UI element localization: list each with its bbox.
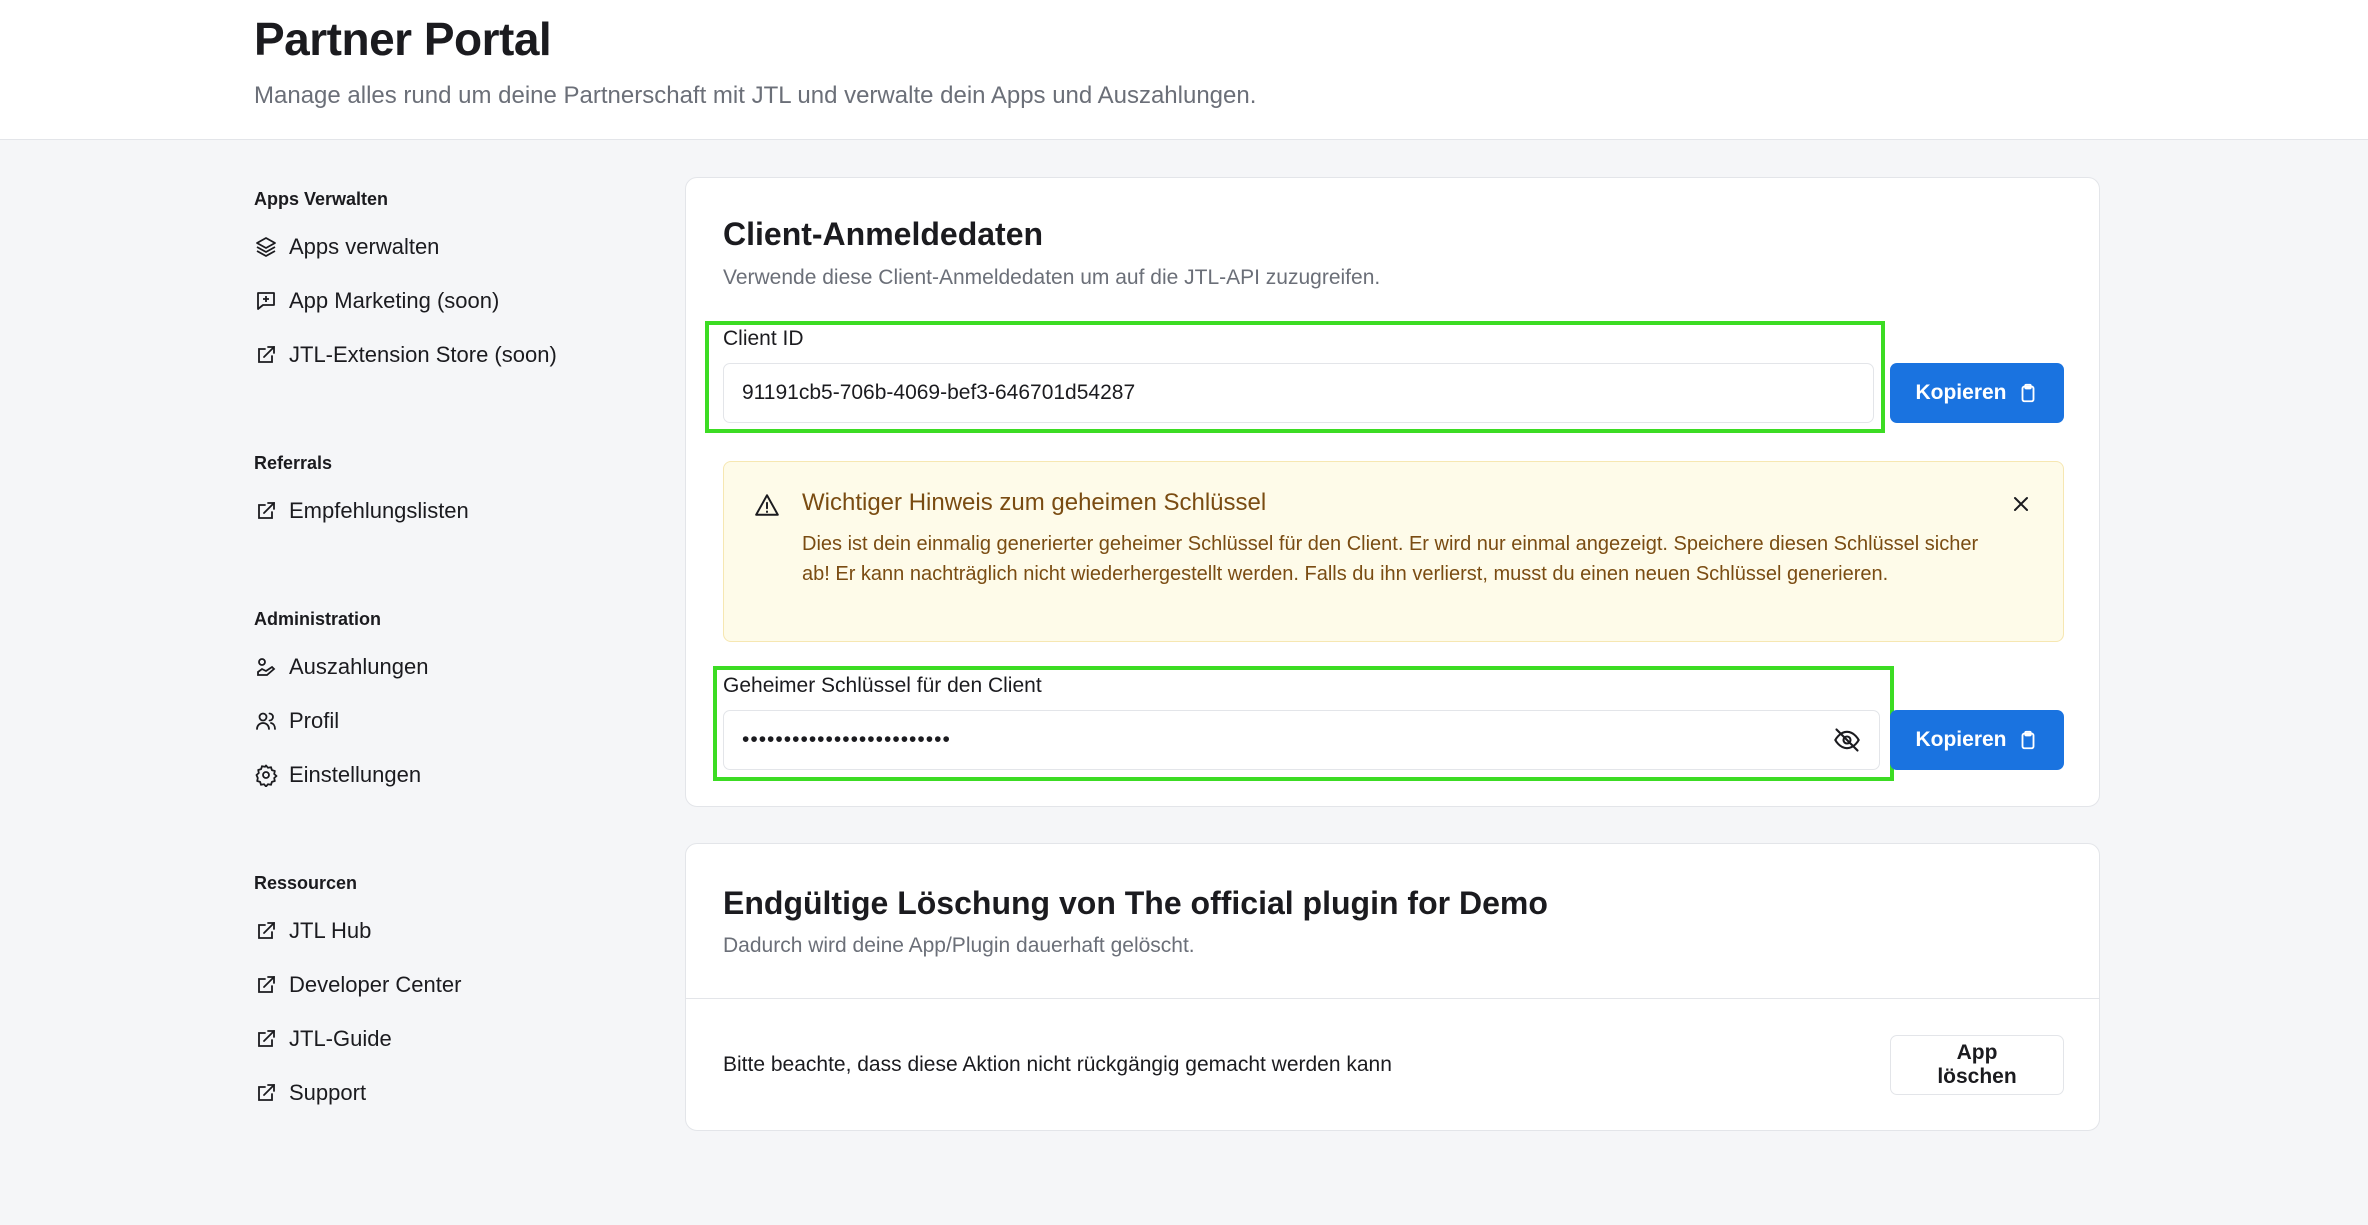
client-secret-label: Geheimer Schlüssel für den Client (723, 674, 1042, 697)
sidebar-item-label: Apps verwalten (289, 234, 440, 259)
sidebar-item-developer-center[interactable]: Developer Center (254, 967, 461, 1003)
credentials-description: Verwende diese Client-Anmeldedaten um au… (723, 266, 1381, 289)
page-subtitle: Manage alles rund um deine Partnerschaft… (254, 82, 1257, 109)
secret-key-warning-alert: Wichtiger Hinweis zum geheimen Schlüssel… (723, 461, 2064, 642)
users-icon (256, 712, 276, 730)
sidebar-section-referrals: Referrals (254, 453, 333, 473)
copy-client-secret-button[interactable]: Kopieren (1890, 710, 2064, 770)
sidebar-item-label: Empfehlungslisten (289, 498, 469, 523)
card-divider (686, 998, 2099, 999)
external-link-icon (258, 1030, 275, 1047)
copy-client-id-button[interactable]: Kopieren (1890, 363, 2064, 423)
copy-button-label: Kopieren (1915, 728, 2007, 751)
sidebar-item-label: Profil (289, 708, 340, 733)
layers-icon (256, 237, 276, 257)
sidebar-item-label: Support (289, 1080, 367, 1105)
message-plus-icon (257, 292, 275, 310)
gear-icon (255, 764, 278, 787)
external-link-icon (258, 922, 275, 939)
page-title: Partner Portal (254, 13, 552, 65)
payout-icon (257, 658, 276, 676)
sidebar-item-app-marketing[interactable]: App Marketing (soon) (254, 283, 499, 319)
sidebar-item-profil[interactable]: Profil (254, 703, 339, 739)
external-link-icon (258, 1084, 275, 1101)
client-secret-input[interactable] (723, 710, 1880, 770)
delete-warning-text: Bitte beachte, dass diese Aktion nicht r… (723, 1053, 1392, 1076)
client-id-input[interactable] (723, 363, 1874, 423)
close-icon[interactable] (2009, 492, 2033, 516)
sidebar-item-support[interactable]: Support (254, 1075, 366, 1111)
sidebar-item-label: Developer Center (289, 972, 462, 997)
sidebar-item-label: App Marketing (soon) (289, 288, 500, 313)
sidebar-section-apps: Apps Verwalten (254, 189, 389, 209)
sidebar-item-jtl-hub[interactable]: JTL Hub (254, 913, 371, 949)
external-link-icon (258, 502, 275, 519)
sidebar-item-empfehlungslisten[interactable]: Empfehlungslisten (254, 493, 469, 529)
alert-body: Dies ist dein einmalig generierter gehei… (802, 533, 1979, 585)
sidebar-item-extension-store[interactable]: JTL-Extension Store (soon) (254, 337, 557, 373)
delete-title: Endgültige Löschung von The official plu… (723, 885, 1548, 921)
clipboard-icon (2021, 383, 2034, 403)
external-link-icon (258, 976, 275, 993)
sidebar-item-label: JTL Hub (289, 918, 372, 943)
sidebar-item-einstellungen[interactable]: Einstellungen (254, 757, 421, 793)
sidebar-item-auszahlungen[interactable]: Auszahlungen (254, 649, 428, 685)
sidebar-section-administration: Administration (254, 609, 382, 629)
sidebar-item-label: JTL-Guide (289, 1026, 392, 1051)
warning-triangle-icon (755, 494, 779, 516)
alert-title: Wichtiger Hinweis zum geheimen Schlüssel (802, 489, 1267, 516)
sidebar-item-label: JTL-Extension Store (soon) (289, 342, 557, 367)
client-credentials-card: Client-Anmeldedaten Verwende diese Clien… (685, 177, 2100, 807)
delete-description: Dadurch wird deine App/Plugin dauerhaft … (723, 934, 1195, 957)
sidebar-item-label: Auszahlungen (289, 654, 429, 679)
delete-app-card: Endgültige Löschung von The official plu… (685, 843, 2100, 1131)
credentials-title: Client-Anmeldedaten (723, 216, 1044, 252)
clipboard-icon (2021, 730, 2034, 750)
copy-button-label: Kopieren (1915, 381, 2007, 404)
delete-app-button[interactable]: App löschen (1890, 1035, 2064, 1095)
sidebar-item-label: Einstellungen (289, 762, 422, 787)
page-header: Partner Portal Manage alles rund um dein… (0, 0, 2368, 140)
eye-off-icon[interactable] (1833, 726, 1861, 754)
client-id-label: Client ID (723, 327, 804, 350)
sidebar-section-ressourcen: Ressourcen (254, 873, 358, 893)
external-link-icon (258, 346, 275, 363)
sidebar-item-jtl-guide[interactable]: JTL-Guide (254, 1021, 392, 1057)
sidebar-item-apps-verwalten[interactable]: Apps verwalten (254, 229, 439, 265)
